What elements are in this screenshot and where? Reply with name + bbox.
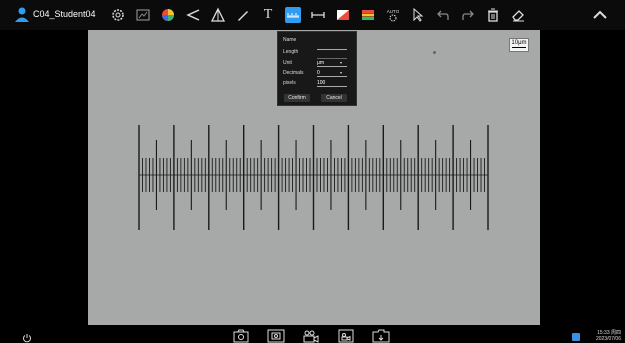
angle-icon[interactable] xyxy=(185,7,201,23)
unit-label: Unit xyxy=(283,60,292,66)
pixels-field[interactable]: 100 xyxy=(317,80,347,87)
name-field[interactable] xyxy=(317,43,347,50)
video-record-icon[interactable] xyxy=(301,328,321,343)
system-clock: 15:33 周四 2023/07/06 xyxy=(585,330,621,342)
color-bars-icon[interactable] xyxy=(360,7,376,23)
ruler-icon[interactable] xyxy=(285,7,301,23)
scale-bar-line xyxy=(512,47,526,48)
decimals-label: Decimals xyxy=(283,70,304,76)
line-measure-icon[interactable] xyxy=(310,7,326,23)
select-icon[interactable] xyxy=(410,7,426,23)
pixels-label: pixels xyxy=(283,80,296,86)
cancel-button[interactable]: Cancel xyxy=(321,94,347,102)
tool-group: T AUTO xyxy=(110,7,535,23)
clock-date: 2023/07/06 xyxy=(595,336,621,342)
confirm-button[interactable]: Confirm xyxy=(284,94,310,102)
unit-caret-icon: ▾ xyxy=(340,60,343,65)
user-name: C04_Student04 xyxy=(33,9,96,19)
auto-label: AUTO xyxy=(387,9,400,14)
triangle-icon[interactable] xyxy=(210,7,226,23)
folder-icon[interactable] xyxy=(371,328,391,343)
decimals-caret-icon: ▾ xyxy=(340,70,343,75)
network-tray-icon[interactable] xyxy=(572,333,580,341)
collapse-chevron-up-icon[interactable] xyxy=(592,7,608,23)
unit-select[interactable]: μm xyxy=(317,60,347,67)
camera-icon[interactable] xyxy=(231,328,251,343)
eraser-icon[interactable] xyxy=(510,7,526,23)
decimals-select[interactable]: 0 xyxy=(317,70,347,77)
user-avatar-icon xyxy=(15,7,29,22)
snapshot-icon[interactable] xyxy=(266,328,286,343)
undo-icon[interactable] xyxy=(435,7,451,23)
capture-tools xyxy=(231,328,406,343)
length-label: Length xyxy=(283,49,299,55)
power-icon[interactable] xyxy=(22,333,32,343)
length-field[interactable] xyxy=(317,52,347,59)
text-icon[interactable]: T xyxy=(260,7,276,23)
trash-icon[interactable] xyxy=(485,7,501,23)
auto-icon[interactable]: AUTO xyxy=(385,7,401,23)
text-tool-label: T xyxy=(263,7,273,22)
user-profile[interactable]: C04_Student04 xyxy=(14,6,96,22)
scale-bar-badge[interactable]: 10μm xyxy=(509,38,529,52)
settings-icon[interactable] xyxy=(110,7,126,23)
redo-icon[interactable] xyxy=(460,7,476,23)
pen-icon[interactable] xyxy=(235,7,251,23)
screen-record-icon[interactable] xyxy=(336,328,356,343)
top-toolbar: C04_Student04 T AUTO xyxy=(0,0,625,30)
frame-icon[interactable] xyxy=(135,7,151,23)
calibration-dialog: Name Length Unit μm ▾ Decimals 0 ▾ pixel… xyxy=(277,31,357,106)
color-wheel-icon[interactable] xyxy=(160,7,176,23)
scale-bar-label: 10μm xyxy=(511,40,527,46)
speck xyxy=(433,51,436,54)
color-box-icon[interactable] xyxy=(335,7,351,23)
name-label: Name xyxy=(283,37,297,43)
